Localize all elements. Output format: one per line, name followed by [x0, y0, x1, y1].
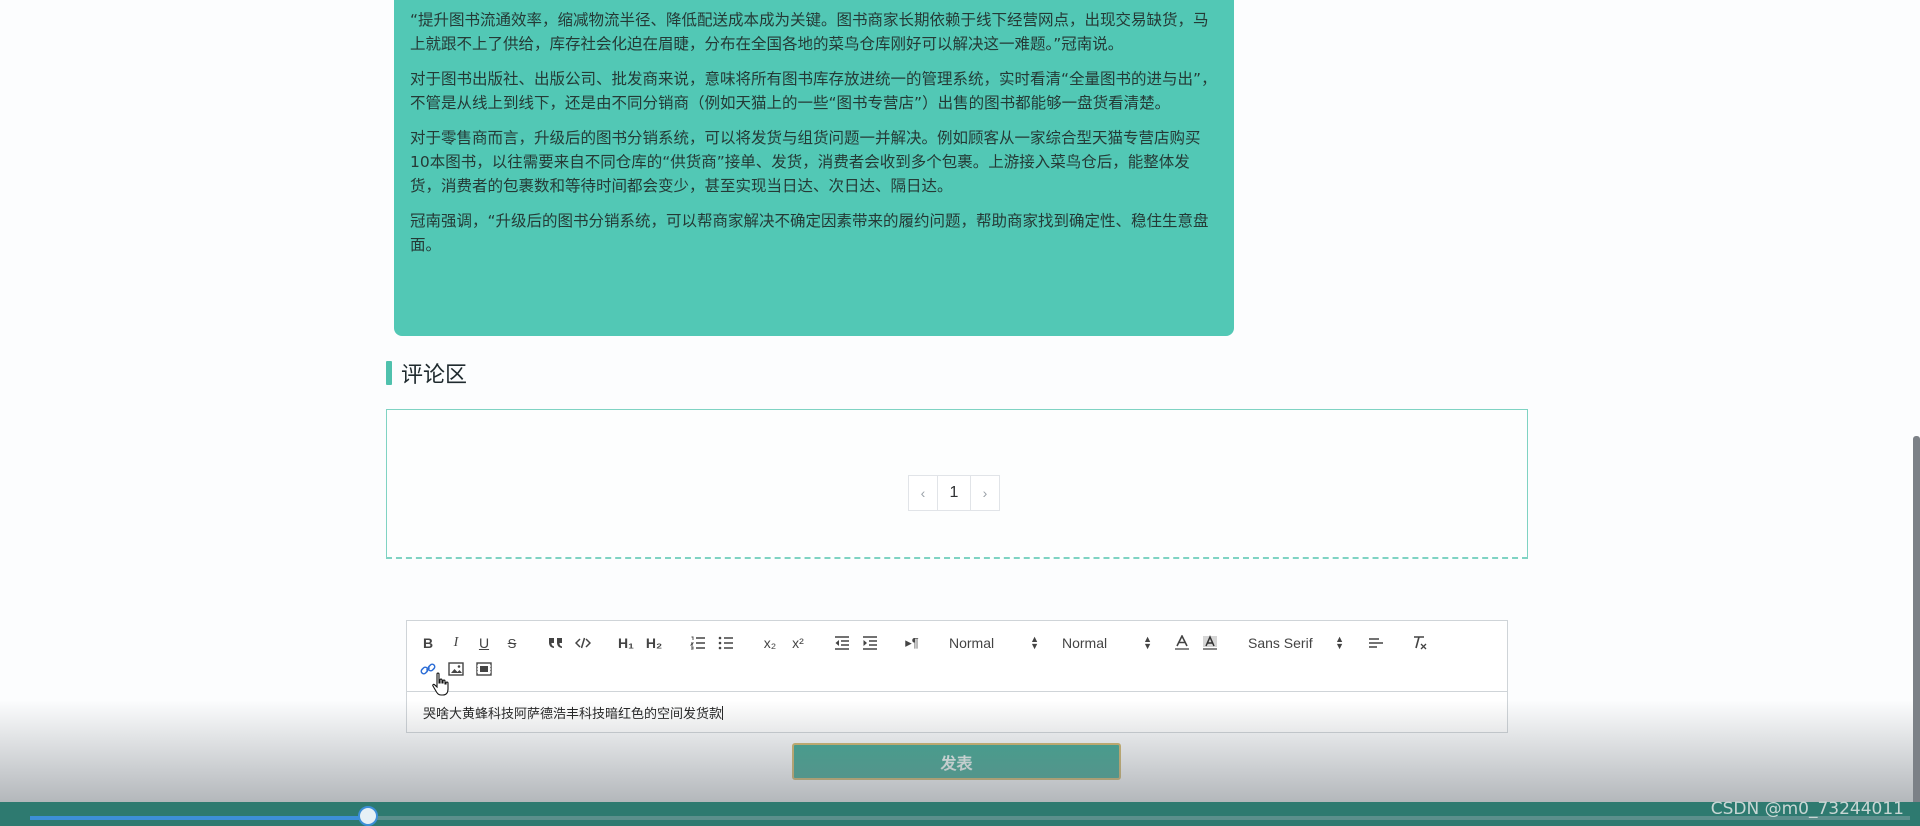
article-paragraph: 冠南强调，“升级后的图书分销系统，可以帮商家解决不确定因素带来的履约问题，帮助商… [410, 212, 1209, 254]
code-block-icon[interactable] [574, 633, 592, 653]
article-paragraph: 对于图书出版社、出版公司、批发商来说，意味将所有图书库存放进统一的管理系统，实时… [410, 70, 1217, 112]
indent-icon[interactable] [861, 633, 879, 653]
text-caret [722, 706, 724, 720]
page-number-button[interactable]: 1 [937, 475, 971, 511]
font-color-icon[interactable] [1173, 633, 1191, 653]
h1-button[interactable]: H₁ [617, 633, 635, 653]
heading-accent-bar [386, 361, 392, 385]
article-paragraph: “提升图书流通效率，缩减物流半径、降低配送成本成为关键。图书商家长期依赖于线下经… [410, 11, 1209, 53]
chevron-updown-icon: ▲ ▼ [1143, 634, 1152, 651]
hand-cursor-icon [432, 672, 450, 701]
blockquote-icon[interactable] [547, 633, 565, 653]
article-content: “提升图书流通效率，缩减物流半径、降低配送成本成为关键。图书商家长期依赖于线下经… [394, 0, 1234, 336]
video-control-bar [0, 802, 1920, 826]
h2-button[interactable]: H₂ [645, 633, 663, 653]
editor-input[interactable]: 哭啥大黄蜂科技阿萨德浩丰科技暗红色的空间发货款 [423, 703, 724, 722]
align-icon[interactable] [1367, 633, 1385, 653]
strike-button[interactable]: S [503, 633, 521, 653]
header-picker[interactable]: Normal ▲ ▼ [949, 633, 1039, 653]
outdent-icon[interactable] [833, 633, 851, 653]
background-color-icon[interactable] [1201, 633, 1219, 653]
chevron-updown-icon: ▲ ▼ [1030, 634, 1039, 651]
prev-page-button[interactable]: ‹ [908, 475, 938, 511]
bold-button[interactable]: B [419, 633, 437, 653]
font-picker-value: Sans Serif [1248, 635, 1313, 651]
watermark: CSDN @m0_73244011 [1710, 799, 1904, 819]
comment-editor: B I U S H₁ H₂ x₂ x² ▸¶ Normal ▲ ▼ Normal… [406, 620, 1508, 733]
superscript-button[interactable]: x² [789, 633, 807, 653]
ordered-list-icon[interactable] [689, 633, 707, 653]
article-paragraph: 对于零售商而言，升级后的图书分销系统，可以将发货与组货问题一并解决。例如顾客从一… [410, 129, 1201, 195]
comment-section-heading: 评论区 [386, 357, 467, 389]
next-page-button[interactable]: › [970, 475, 1000, 511]
underline-button[interactable]: U [475, 633, 493, 653]
video-icon[interactable] [475, 659, 493, 679]
italic-button[interactable]: I [447, 633, 465, 653]
clean-format-icon[interactable] [1411, 633, 1429, 653]
text-direction-button[interactable]: ▸¶ [903, 633, 921, 653]
page-scrollbar[interactable] [1913, 436, 1920, 826]
header-picker-value: Normal [949, 635, 995, 651]
subscript-button[interactable]: x₂ [761, 633, 779, 653]
editor-content: 哭啥大黄蜂科技阿萨德浩丰科技暗红色的空间发货款 [423, 707, 723, 722]
publish-button[interactable]: 发表 [792, 743, 1121, 780]
progress-fill [30, 816, 369, 820]
editor-toolbar: B I U S H₁ H₂ x₂ x² ▸¶ Normal ▲ ▼ Normal… [407, 621, 1507, 692]
size-picker-value: Normal [1062, 635, 1108, 651]
comment-section-title: 评论区 [401, 363, 468, 388]
font-picker[interactable]: Sans Serif ▲ ▼ [1248, 633, 1344, 653]
pagination: ‹ 1 › [908, 475, 1000, 511]
chevron-updown-icon: ▲ ▼ [1335, 634, 1344, 651]
bullet-list-icon[interactable] [717, 633, 735, 653]
size-picker[interactable]: Normal ▲ ▼ [1062, 633, 1152, 653]
